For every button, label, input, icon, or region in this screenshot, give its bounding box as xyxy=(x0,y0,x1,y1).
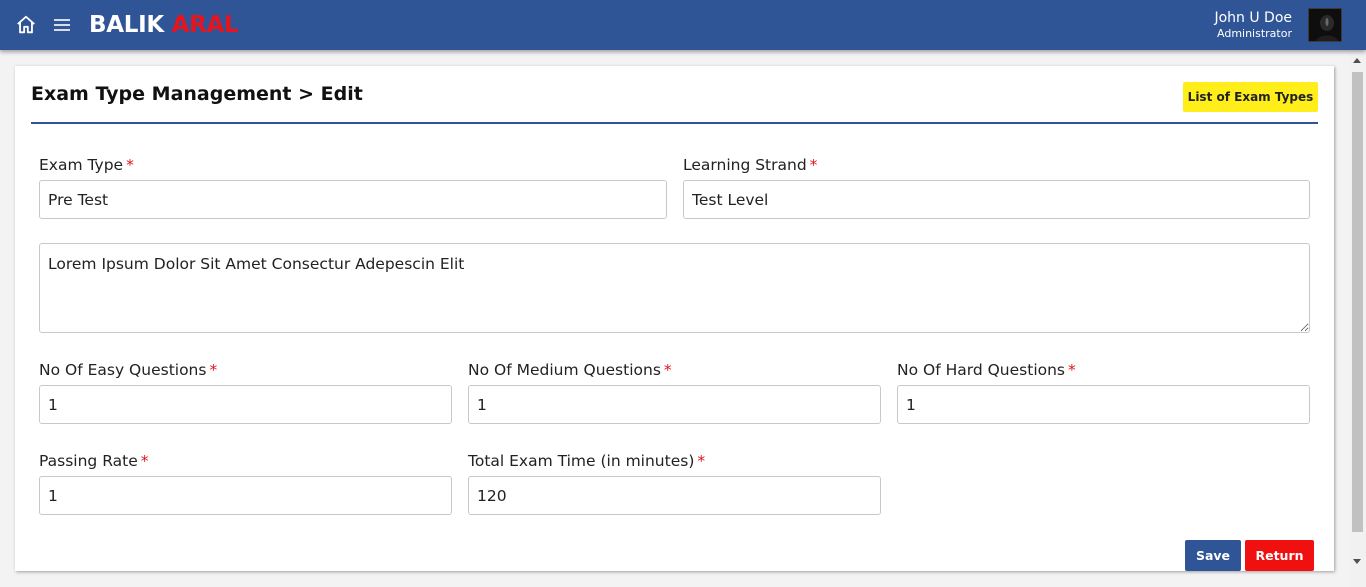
medium-questions-label: No Of Medium Questions * xyxy=(468,360,672,380)
required-marker: * xyxy=(126,156,134,174)
hamburger-menu-icon[interactable] xyxy=(52,15,72,35)
scrollbar-thumb[interactable] xyxy=(1352,72,1363,532)
passing-rate-input[interactable] xyxy=(39,476,452,515)
learning-strand-input[interactable] xyxy=(683,180,1310,219)
user-info[interactable]: John U Doe Administrator xyxy=(1214,9,1292,40)
page-scrollbar[interactable] xyxy=(1349,50,1366,587)
save-button[interactable]: Save xyxy=(1185,540,1241,571)
learning-strand-label: Learning Strand * xyxy=(683,155,817,175)
avatar[interactable] xyxy=(1308,8,1342,42)
passing-rate-label: Passing Rate * xyxy=(39,451,149,471)
total-exam-time-label: Total Exam Time (in minutes) * xyxy=(468,451,705,471)
brand-name-first: BALIK xyxy=(89,12,164,38)
hard-questions-input[interactable] xyxy=(897,385,1310,424)
required-marker: * xyxy=(140,452,149,470)
description-textarea[interactable]: Lorem Ipsum Dolor Sit Amet Consectur Ade… xyxy=(39,243,1310,333)
list-exam-types-button[interactable]: List of Exam Types xyxy=(1183,82,1318,112)
required-marker: * xyxy=(1068,361,1076,379)
learning-strand-label-text: Learning Strand xyxy=(683,156,807,174)
easy-questions-label: No Of Easy Questions * xyxy=(39,360,217,380)
edit-exam-type-card: Exam Type Management > Edit List of Exam… xyxy=(15,66,1334,571)
user-name: John U Doe xyxy=(1214,10,1292,26)
scroll-up-arrow-icon[interactable] xyxy=(1353,58,1361,63)
user-role: Administrator xyxy=(1217,27,1292,40)
total-exam-time-label-text: Total Exam Time (in minutes) xyxy=(468,452,695,470)
exam-type-label: Exam Type * xyxy=(39,155,134,175)
medium-questions-input[interactable] xyxy=(468,385,881,424)
page-title: Exam Type Management > Edit xyxy=(31,83,363,105)
exam-type-label-text: Exam Type xyxy=(39,156,124,174)
return-button[interactable]: Return xyxy=(1245,540,1314,571)
required-marker: * xyxy=(209,361,218,379)
title-divider xyxy=(31,122,1318,124)
easy-questions-input[interactable] xyxy=(39,385,452,424)
easy-questions-label-text: No Of Easy Questions xyxy=(39,361,207,379)
scroll-down-arrow-icon[interactable] xyxy=(1353,559,1361,564)
top-navigation-bar: BALIK ARAL John U Doe Administrator xyxy=(0,0,1366,50)
required-marker: * xyxy=(809,156,818,174)
exam-type-input[interactable] xyxy=(39,180,667,219)
passing-rate-label-text: Passing Rate xyxy=(39,452,138,470)
brand-name-second: ARAL xyxy=(171,12,239,38)
hard-questions-label: No Of Hard Questions * xyxy=(897,360,1076,380)
required-marker: * xyxy=(663,361,672,379)
total-exam-time-input[interactable] xyxy=(468,476,881,515)
brand-logo[interactable]: BALIK ARAL xyxy=(89,10,239,40)
hard-questions-label-text: No Of Hard Questions xyxy=(897,361,1066,379)
home-icon[interactable] xyxy=(15,14,37,36)
required-marker: * xyxy=(697,452,706,470)
medium-questions-label-text: No Of Medium Questions xyxy=(468,361,661,379)
